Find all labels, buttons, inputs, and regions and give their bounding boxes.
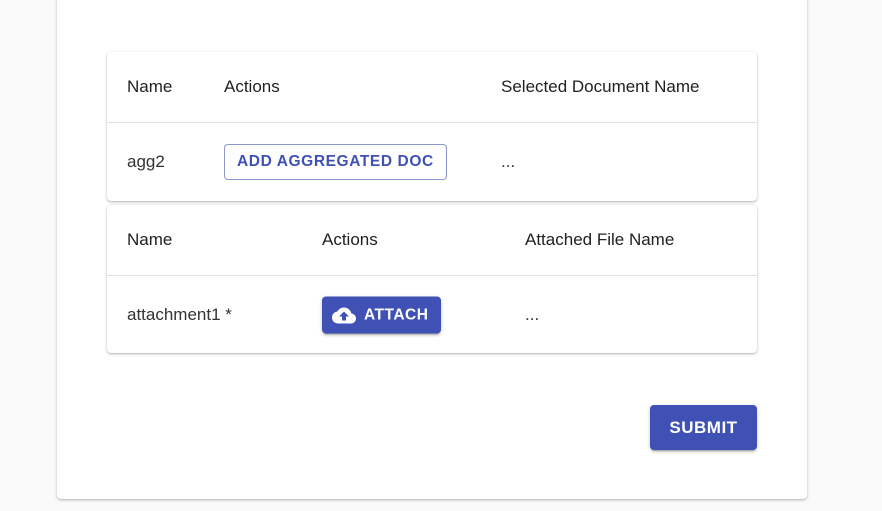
add-aggregated-doc-button[interactable]: ADD AGGREGATED DOC (224, 144, 447, 180)
table-header-row: Name Actions Attached File Name (107, 205, 757, 276)
table-row: attachment1 * ATTACH ... (107, 276, 757, 354)
attachments-table: Name Actions Attached File Name attachme… (107, 205, 757, 353)
attach-button-label: ATTACH (364, 306, 429, 323)
submit-button[interactable]: SUBMIT (650, 405, 757, 450)
table-row: agg2 ADD AGGREGATED DOC ... (107, 123, 757, 201)
column-header-attached-file-name: Attached File Name (525, 230, 675, 249)
column-header-name: Name (127, 77, 173, 96)
row-name-cell: agg2 (127, 152, 165, 171)
column-header-name: Name (127, 230, 173, 249)
column-header-actions: Actions (322, 230, 378, 249)
cloud-upload-icon (332, 303, 356, 327)
attached-file-name-cell: ... (525, 305, 540, 324)
aggregated-docs-table: Name Actions Selected Document Name agg2… (107, 52, 757, 201)
row-name-cell: attachment1 * (127, 305, 232, 324)
table-header-row: Name Actions Selected Document Name (107, 52, 757, 123)
selected-document-name-cell: ... (501, 152, 516, 171)
attach-button[interactable]: ATTACH (322, 296, 442, 334)
column-header-actions: Actions (224, 77, 280, 96)
column-header-selected-document-name: Selected Document Name (501, 77, 700, 96)
